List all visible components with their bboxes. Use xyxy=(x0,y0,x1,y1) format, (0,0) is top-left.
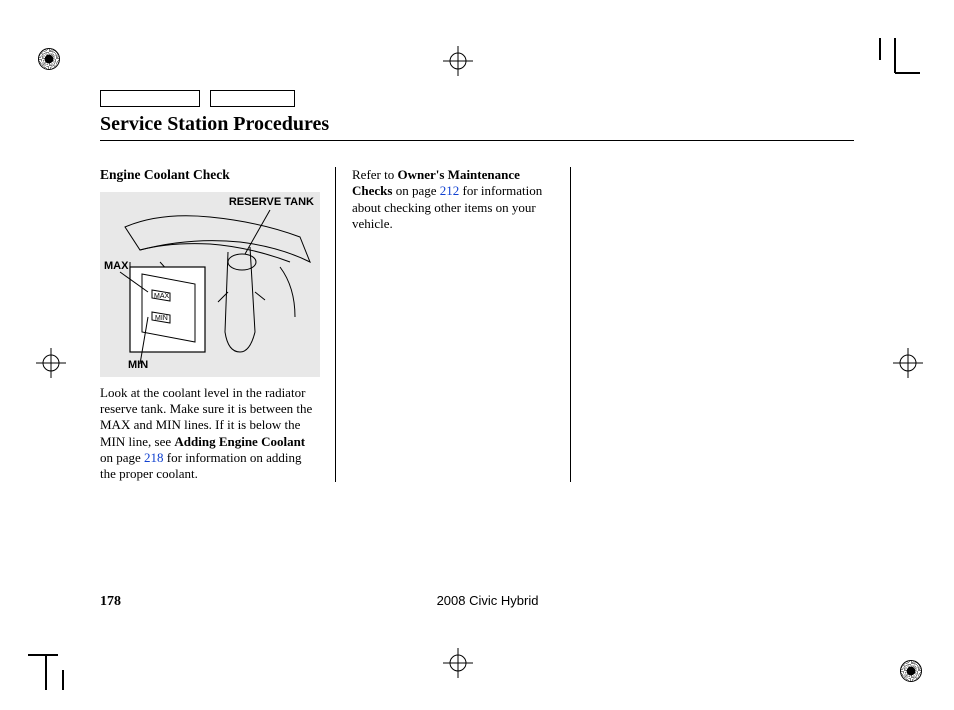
title-rule xyxy=(100,140,854,141)
regmark-mid-left xyxy=(28,340,78,390)
regmark-top-left xyxy=(28,38,78,88)
header-placeholder-boxes xyxy=(100,90,854,107)
regmark-mid-right xyxy=(885,340,935,390)
svg-text:MIN: MIN xyxy=(155,315,168,322)
text: on page xyxy=(392,183,439,198)
engine-diagram-svg: MAX MIN xyxy=(100,192,320,377)
column-3-empty xyxy=(570,167,854,482)
cropmark-top-right xyxy=(870,38,920,88)
column-1: Engine Coolant Check xyxy=(100,167,335,482)
paragraph-coolant: Look at the coolant level in the radiato… xyxy=(100,385,319,483)
text: on page xyxy=(100,450,144,465)
page-title: Service Station Procedures xyxy=(100,113,854,140)
vehicle-model: 2008 Civic Hybrid xyxy=(437,593,539,608)
page-footer: 178 2008 Civic Hybrid xyxy=(100,593,854,610)
page-link-218[interactable]: 218 xyxy=(144,450,164,465)
bold-adding-coolant: Adding Engine Coolant xyxy=(174,434,305,449)
regmark-top-center xyxy=(435,38,485,88)
label-reserve-tank: RESERVE TANK xyxy=(229,196,314,210)
column-2: Refer to Owner's Maintenance Checks on p… xyxy=(335,167,570,482)
page-content: Service Station Procedures Engine Coolan… xyxy=(100,90,854,610)
header-box-1 xyxy=(100,90,200,107)
text-columns: Engine Coolant Check xyxy=(100,167,854,482)
svg-text:MAX: MAX xyxy=(154,293,170,300)
page-link-212[interactable]: 212 xyxy=(440,183,460,198)
regmark-bottom-right xyxy=(890,650,940,700)
page-number: 178 xyxy=(100,594,121,610)
regmark-bottom-center xyxy=(435,640,485,690)
text: Refer to xyxy=(352,167,397,182)
label-max: MAX xyxy=(104,260,128,274)
paragraph-owner-checks: Refer to Owner's Maintenance Checks on p… xyxy=(352,167,554,232)
engine-diagram: MAX MIN RESERVE TANK MAX MIN xyxy=(100,192,320,377)
label-min: MIN xyxy=(128,359,148,373)
header-box-2 xyxy=(210,90,295,107)
subheading-coolant: Engine Coolant Check xyxy=(100,167,319,184)
cropmark-bottom-left xyxy=(28,640,78,690)
